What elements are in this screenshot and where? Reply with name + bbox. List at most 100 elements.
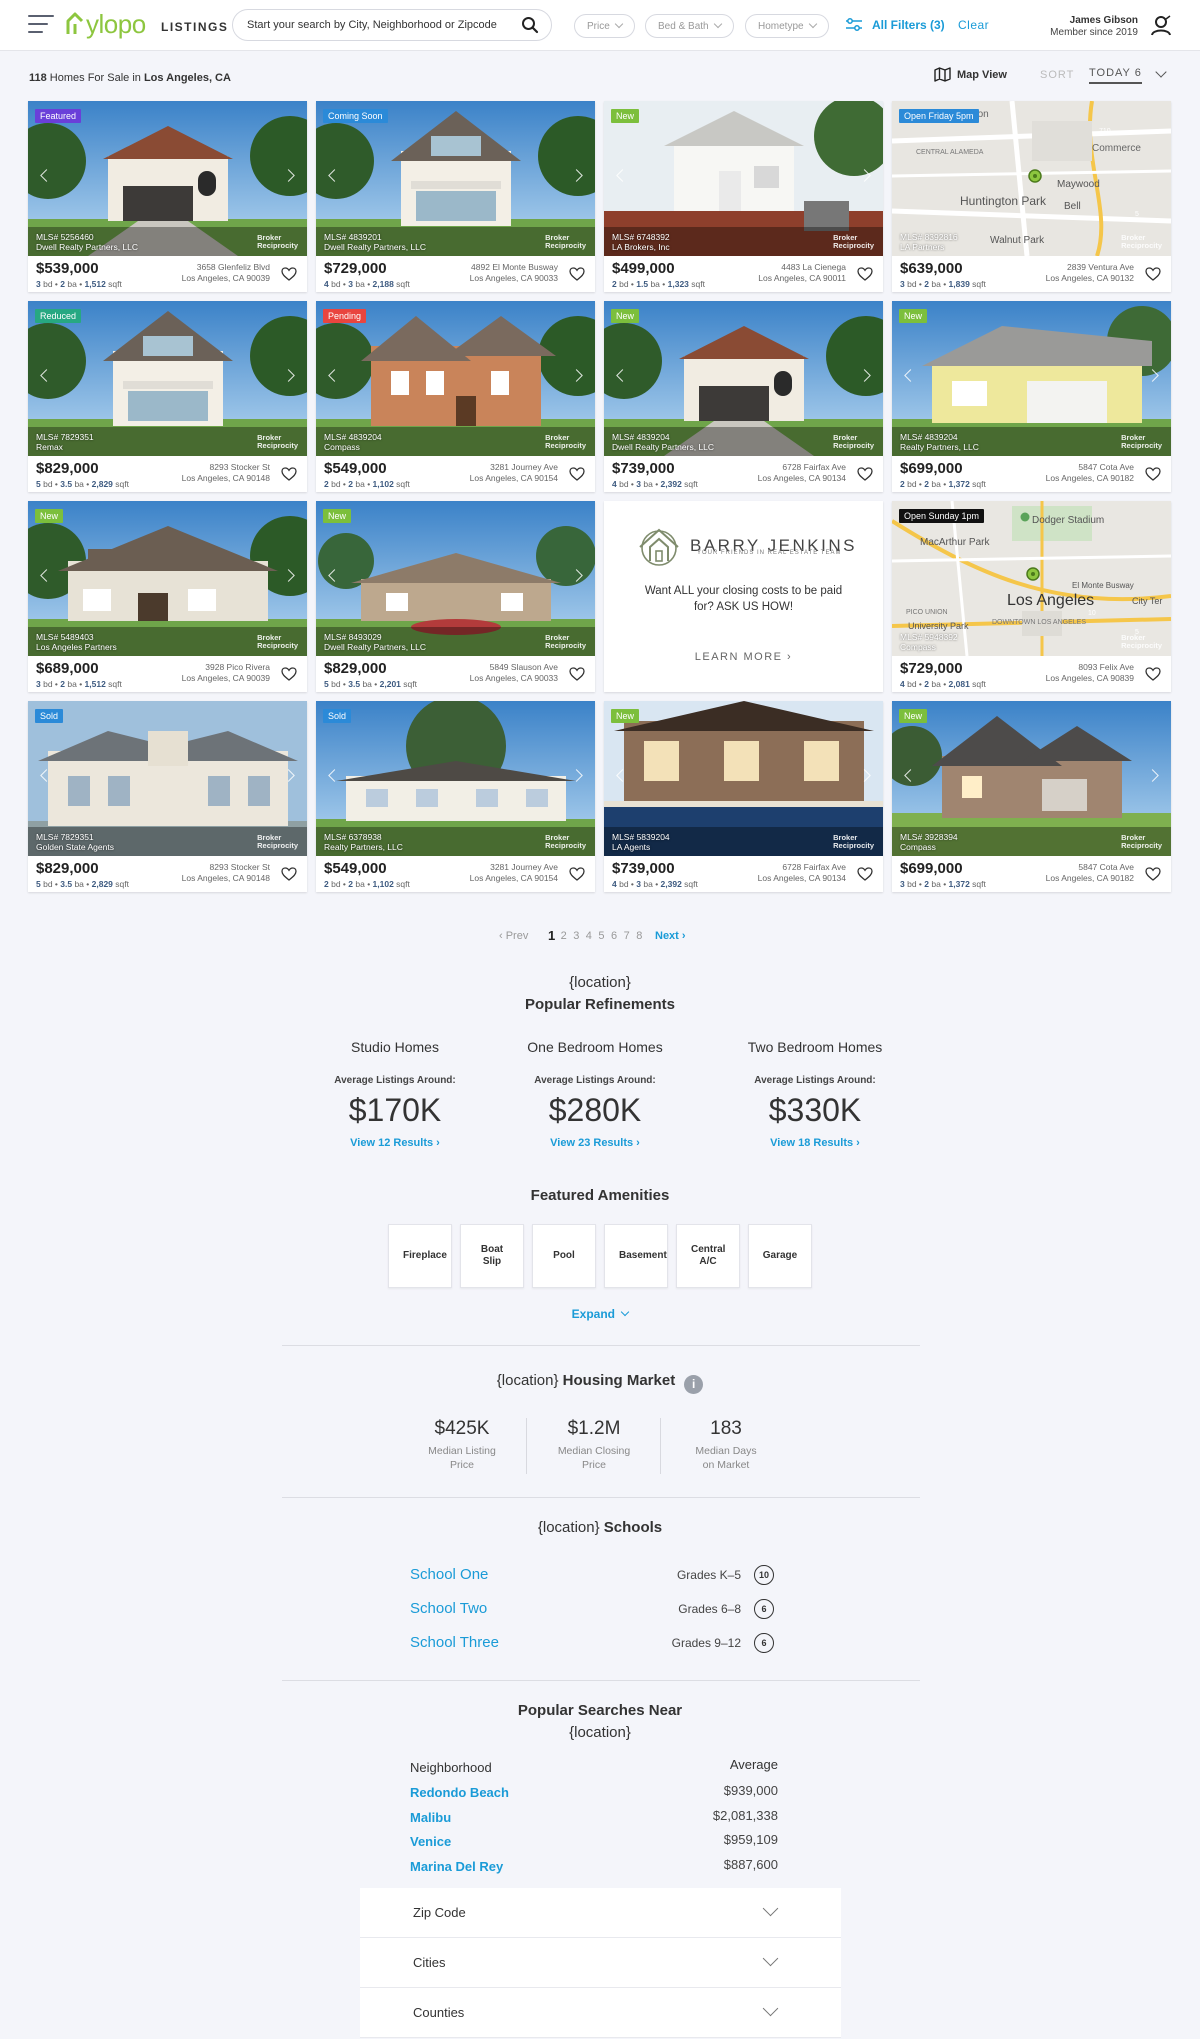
all-filters-button[interactable]: All Filters (3) [845,18,945,32]
listing-card[interactable]: Coming Soon MLS# 4839201 Dwell Realty Par… [316,101,595,292]
baths-label: ba [353,279,365,289]
heart-icon[interactable] [1145,267,1161,281]
search-icon[interactable] [521,16,539,34]
heart-icon[interactable] [1145,667,1161,681]
listing-card[interactable]: New MLS# 5839204 LA Agents Broker Reciproc… [604,701,883,892]
search-input[interactable] [247,16,507,34]
broker-reciprocity-logo: Broker Reciprocity [1121,634,1162,650]
listing-card[interactable]: New MLS# 6748392 LA Brokers, Inc Broker Re… [604,101,883,292]
neighborhood-link[interactable]: Redondo Beach [410,1785,509,1800]
listing-card[interactable]: New MLS# 8493029 Dwell Realty Partners, L… [316,501,595,692]
bedbath-filter[interactable]: Bed & Bath [645,14,734,38]
amenity-pool[interactable]: Pool [532,1224,596,1288]
baths-label: ba [929,479,941,489]
heart-icon[interactable] [281,867,297,881]
listing-photo[interactable]: New MLS# 5489403 Los Angeles Partners Bro… [28,501,307,656]
page-2[interactable]: 2 [561,930,567,942]
listing-badge: Reduced [35,309,82,323]
listing-card[interactable]: Pending MLS# 4839204 Compass Broker Recipr… [316,301,595,492]
heart-icon[interactable] [569,867,585,881]
chevron-down-icon[interactable] [1155,66,1167,78]
listing-card[interactable]: New MLS# 5489403 Los Angeles Partners Bro… [28,501,307,692]
sort-select[interactable]: TODAY 6 [1089,67,1142,84]
heart-icon[interactable] [569,267,585,281]
accordion-counties[interactable]: Counties [360,1988,841,2038]
listing-photo[interactable]: Coming Soon MLS# 4839201 Dwell Realty Par… [316,101,595,256]
page-5[interactable]: 5 [598,930,604,942]
listing-photo[interactable]: Pending MLS# 4839204 Compass Broker Recipr… [316,301,595,456]
listing-card[interactable]: VernonCommerceHuntington ParkMaywoodBell… [892,101,1171,292]
amenity-basement[interactable]: Basement [604,1224,668,1288]
listing-photo[interactable]: Reduced MLS# 7829351 Remax Broker Reciproc… [28,301,307,456]
clear-button[interactable]: Clear [958,18,989,32]
accordion-cities[interactable]: Cities [360,1938,841,1988]
heart-icon[interactable] [1145,467,1161,481]
info-icon[interactable]: i [684,1375,704,1394]
view-results-link[interactable]: View 18 Results › [715,1137,915,1149]
address-city: Los Angeles, CA 90148 [181,473,270,483]
school-link[interactable]: School Three [410,1634,499,1651]
page-6[interactable]: 6 [611,930,617,942]
amenity-fireplace[interactable]: Fireplace [388,1224,452,1288]
expand-button[interactable]: Expand [0,1307,1200,1321]
heart-icon[interactable] [569,467,585,481]
menu-icon[interactable] [28,15,54,35]
heart-icon[interactable] [857,867,873,881]
broker-reciprocity-logo: Broker Reciprocity [833,234,874,250]
heart-icon[interactable] [857,267,873,281]
listing-photo[interactable]: Sold MLS# 7829351 Golden State Agents Bro… [28,701,307,856]
next-page[interactable]: Next › [655,930,686,942]
listing-card[interactable]: Reduced MLS# 7829351 Remax Broker Reciproc… [28,301,307,492]
ylopo-logo[interactable]: ylopo [66,9,146,39]
school-link[interactable]: School One [410,1566,488,1583]
listing-photo[interactable]: New MLS# 4839204 Realty Partners, LLC Bro… [892,301,1171,456]
listing-photo[interactable]: New MLS# 3928394 Compass Broker Reciprocit… [892,701,1171,856]
listing-mls: MLS# 5948392 Compass [900,632,958,652]
user-icon[interactable] [1150,14,1172,36]
neighborhood-link[interactable]: Venice [410,1834,451,1849]
listing-card[interactable]: New MLS# 4839204 Dwell Realty Partners, L… [604,301,883,492]
listing-photo[interactable]: Featured MLS# 5256460 Dwell Realty Partne… [28,101,307,256]
listing-card[interactable]: New MLS# 3928394 Compass Broker Reciprocit… [892,701,1171,892]
page-7[interactable]: 7 [624,930,630,942]
amenity-central-a-c[interactable]: Central A/C [676,1224,740,1288]
listing-photo[interactable]: Dodger Stadium MacArthur Park Los Angeles C… [892,501,1171,656]
school-link[interactable]: School Two [410,1600,487,1617]
heart-icon[interactable] [857,467,873,481]
hometype-filter[interactable]: Hometype [745,14,829,38]
listing-photo[interactable]: New MLS# 5839204 LA Agents Broker Reciproc… [604,701,883,856]
learn-more-link[interactable]: LEARN MORE › [604,651,883,663]
listing-card[interactable]: New MLS# 4839204 Realty Partners, LLC Bro… [892,301,1171,492]
view-results-link[interactable]: View 23 Results › [495,1137,695,1149]
logo-text: ylopo [86,8,146,39]
price-filter[interactable]: Price [574,14,635,38]
listing-card[interactable]: Dodger Stadium MacArthur Park Los Angeles C… [892,501,1171,692]
heart-icon[interactable] [281,267,297,281]
listing-card[interactable]: Sold MLS# 7829351 Golden State Agents Bro… [28,701,307,892]
listing-photo[interactable]: New MLS# 6748392 LA Brokers, Inc Broker Re… [604,101,883,256]
listing-photo[interactable]: New MLS# 8493029 Dwell Realty Partners, L… [316,501,595,656]
page-8[interactable]: 8 [636,930,642,942]
promo-card[interactable]: BARRY JENKINS YOUR FRIENDS IN REAL ESTAT… [604,501,883,692]
page-4[interactable]: 4 [586,930,592,942]
amenity-garage[interactable]: Garage [748,1224,812,1288]
heart-icon[interactable] [281,467,297,481]
heart-icon[interactable] [1145,867,1161,881]
page-1[interactable]: 1 [548,928,555,943]
heart-icon[interactable] [281,667,297,681]
neighborhood-link[interactable]: Malibu [410,1810,451,1825]
neighborhood-link[interactable]: Marina Del Rey [410,1859,503,1874]
amenity-boat-slip[interactable]: Boat Slip [460,1224,524,1288]
map-view-button[interactable]: Map View [934,67,1007,82]
view-results-link[interactable]: View 12 Results › [295,1137,495,1149]
listing-card[interactable]: Featured MLS# 5256460 Dwell Realty Partne… [28,101,307,292]
listing-photo[interactable]: New MLS# 4839204 Dwell Realty Partners, L… [604,301,883,456]
page-3[interactable]: 3 [573,930,579,942]
listing-photo[interactable]: VernonCommerceHuntington ParkMaywoodBell… [892,101,1171,256]
prev-page[interactable]: ‹ Prev [499,930,528,942]
listing-photo[interactable]: Sold MLS# 6378938 Realty Partners, LLC Br… [316,701,595,856]
beds-label: bd [904,879,917,889]
accordion-zip-code[interactable]: Zip Code [360,1888,841,1938]
heart-icon[interactable] [569,667,585,681]
listing-card[interactable]: Sold MLS# 6378938 Realty Partners, LLC Br… [316,701,595,892]
